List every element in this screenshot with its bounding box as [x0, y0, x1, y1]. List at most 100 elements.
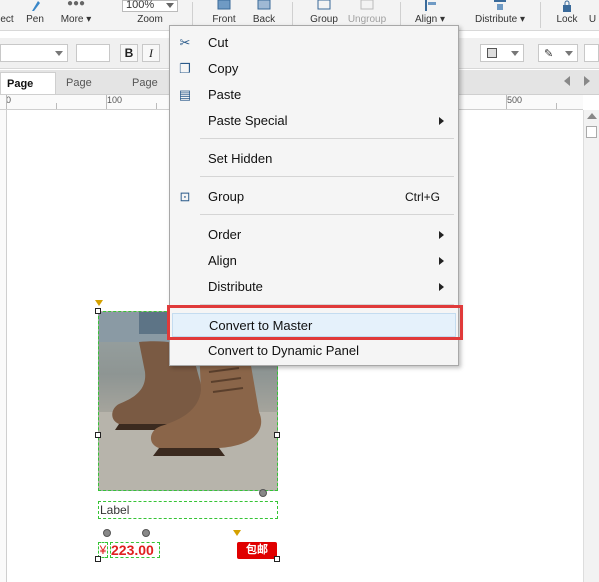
scroll-up-icon[interactable]: [587, 113, 597, 119]
menu-item-label: Group: [208, 189, 245, 204]
bring-front-label: Front: [212, 14, 236, 25]
submenu-arrow-icon: [439, 231, 444, 239]
submenu-arrow-icon: [439, 257, 444, 265]
tab-page-2[interactable]: Page 2✕: [60, 72, 120, 111]
menu-item-copy[interactable]: ❐ Copy: [172, 57, 456, 81]
ruler-tick: [106, 95, 107, 109]
distribute-button[interactable]: Distribute ▾: [470, 0, 530, 30]
copy-icon: ❐: [179, 61, 191, 76]
shortcut-label: Ctrl+G: [404, 190, 440, 204]
menu-item-label: Paste: [208, 87, 242, 102]
menu-item-label: Paste Special: [208, 113, 288, 128]
price-value-text[interactable]: 223.00: [110, 542, 160, 558]
menu-separator: [200, 214, 454, 215]
chevron-down-icon: [565, 51, 573, 56]
tab-page-3[interactable]: Page 3✕: [0, 72, 56, 112]
chevron-down-icon: [166, 3, 174, 8]
resize-handle-ml[interactable]: [95, 432, 101, 438]
unlock-button[interactable]: U: [586, 0, 599, 30]
tab-scroll-right-icon[interactable]: [584, 76, 590, 86]
scroll-thumb[interactable]: [586, 126, 597, 138]
border-style-select[interactable]: [480, 44, 524, 62]
menu-item-group[interactable]: ⊡ Group Ctrl+G: [172, 185, 456, 209]
menu-item-align[interactable]: Align: [172, 249, 456, 273]
resize-handle-br[interactable]: [274, 556, 280, 562]
menu-item-label: Order: [208, 227, 242, 242]
group-label: Group: [310, 14, 338, 25]
lock-button[interactable]: Lock: [552, 0, 582, 30]
line-color-select[interactable]: ✎: [538, 44, 578, 62]
menu-item-label: Align: [208, 253, 237, 268]
distribute-label: Distribute ▾: [474, 14, 526, 25]
more-tools-label: More ▾: [60, 14, 92, 25]
send-back-label: Back: [252, 14, 276, 25]
chevron-down-icon: [511, 51, 519, 56]
ruler-tick: [556, 103, 557, 109]
ruler-tick: [506, 95, 507, 109]
font-size-select[interactable]: [76, 44, 110, 62]
menu-item-cut[interactable]: ✂ Cut: [172, 31, 456, 55]
ruler-tick: [6, 95, 7, 109]
resize-handle-bl[interactable]: [95, 556, 101, 562]
lock-label: Lock: [556, 14, 578, 25]
vertical-scrollbar[interactable]: [583, 110, 599, 582]
fill-box-icon: [487, 48, 497, 58]
ungroup-label: Ungroup: [347, 14, 387, 25]
menu-item-set-hidden[interactable]: Set Hidden: [172, 147, 456, 171]
zoom-dropdown[interactable]: 100%: [122, 0, 178, 12]
menu-item-label: Copy: [208, 61, 239, 76]
menu-item-paste-special[interactable]: Paste Special: [172, 109, 456, 133]
more-dots-icon: ●●●: [66, 0, 86, 9]
free-shipping-badge[interactable]: 包邮: [237, 542, 277, 559]
unlock-label: U: [588, 14, 597, 25]
tab-scroll-left-icon[interactable]: [564, 76, 570, 86]
italic-button[interactable]: I: [142, 44, 160, 62]
select-tool-label: ect: [0, 14, 14, 25]
lock-icon: [563, 0, 571, 12]
zoom-value: 100%: [126, 0, 155, 11]
select-tool-button[interactable]: ect: [0, 0, 14, 30]
anchor-marker-icon: [95, 300, 103, 306]
align-icon: [425, 0, 436, 11]
submenu-arrow-icon: [439, 283, 444, 291]
tab-page-1[interactable]: Page 1: [126, 72, 170, 111]
pen-tool-button[interactable]: Pen: [22, 0, 48, 30]
menu-item-distribute[interactable]: Distribute: [172, 275, 456, 299]
menu-item-paste[interactable]: ▤ Paste: [172, 83, 456, 107]
resize-handle-tl[interactable]: [95, 308, 101, 314]
ruler-label: 100: [107, 95, 123, 105]
send-back-icon: [257, 0, 271, 10]
scissors-icon: ✂: [179, 35, 191, 50]
menu-item-label: Convert to Dynamic Panel: [208, 343, 360, 358]
paste-icon: ▤: [178, 87, 192, 102]
menu-item-label: Set Hidden: [208, 151, 273, 166]
group-icon: [317, 0, 331, 10]
menu-separator: [200, 138, 454, 139]
rotate-handle[interactable]: [103, 529, 111, 537]
toolbar-divider: [540, 2, 541, 28]
group-icon: ⊡: [179, 189, 191, 204]
pencil-icon: ✎: [544, 48, 554, 60]
rotate-handle[interactable]: [259, 489, 267, 497]
menu-item-label: Distribute: [208, 279, 263, 294]
ruler-tick: [156, 103, 157, 109]
menu-item-convert-to-dynamic-panel[interactable]: Convert to Dynamic Panel: [172, 339, 456, 363]
chevron-down-icon: [55, 51, 63, 56]
bring-front-icon: [217, 0, 231, 10]
more-tools-button[interactable]: ●●● More ▾: [56, 0, 96, 30]
menu-item-label: Cut: [208, 35, 229, 50]
label-widget[interactable]: Label: [98, 501, 278, 519]
submenu-arrow-icon: [439, 117, 444, 125]
bold-button[interactable]: B: [120, 44, 138, 62]
font-family-select[interactable]: [0, 44, 68, 62]
align-label: Align ▾: [414, 14, 446, 25]
pen-icon: [32, 1, 40, 11]
ruler-tick: [56, 103, 57, 109]
rotate-handle[interactable]: [142, 529, 150, 537]
menu-separator: [200, 176, 454, 177]
menu-item-order[interactable]: Order: [172, 223, 456, 247]
resize-handle-mr[interactable]: [274, 432, 280, 438]
line-width-select[interactable]: [584, 44, 599, 62]
zoom-label: Zoom: [137, 14, 163, 25]
vertical-ruler: [0, 110, 7, 582]
